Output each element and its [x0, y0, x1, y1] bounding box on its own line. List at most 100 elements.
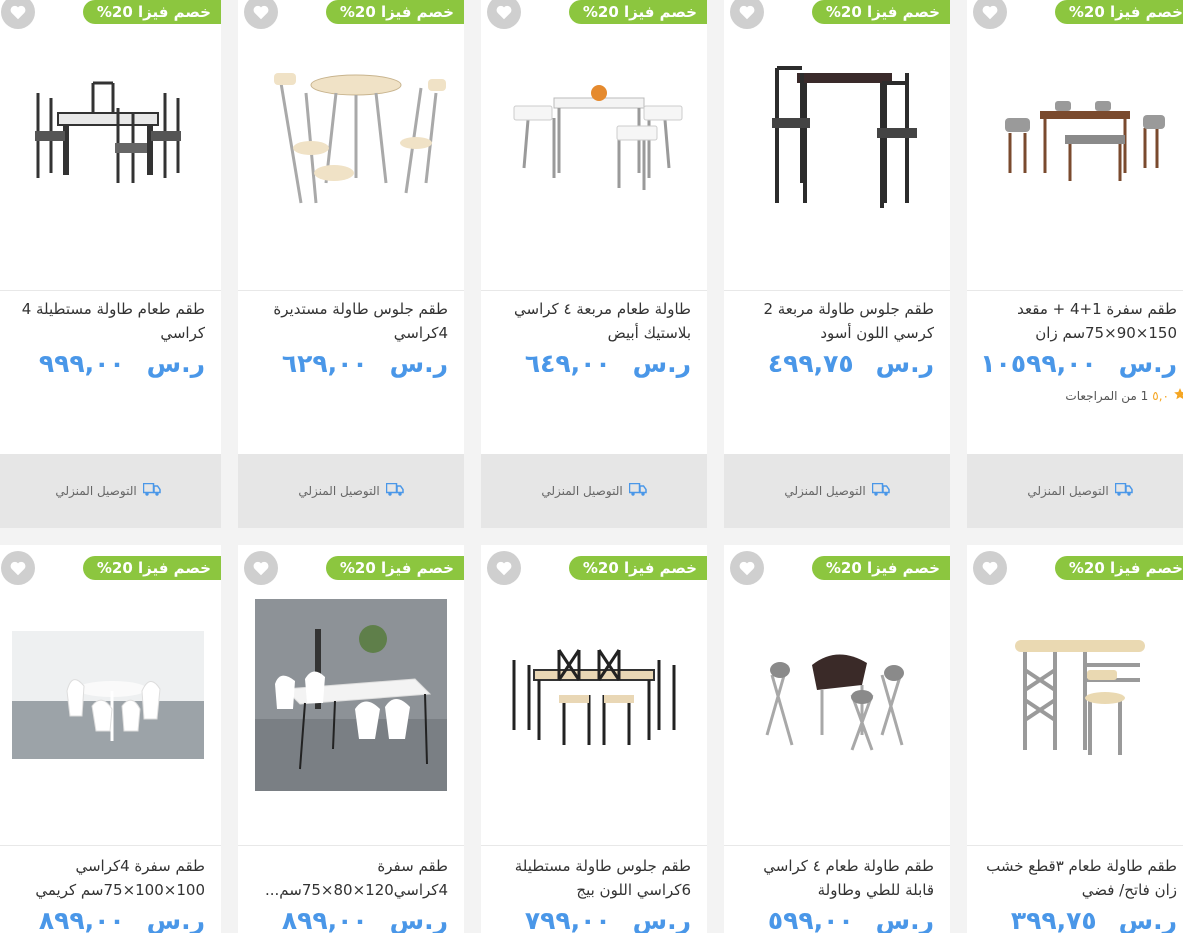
white-table-gray-room-image — [255, 599, 447, 791]
product-title[interactable]: طقم سفرة 4كراسي 100×100×75سم كريمي — [7, 854, 205, 902]
rating-score: ٥,٠ — [1152, 388, 1169, 403]
visa-discount-badge: خصم فيزا 20% — [82, 0, 221, 24]
bar-table-wine-rack-image — [1015, 640, 1145, 755]
truck-icon — [628, 482, 647, 499]
product-image[interactable] — [238, 590, 464, 800]
product-price: ر.س ١٠٥٩٩,٠٠ — [979, 349, 1177, 378]
visa-discount-badge: خصم فيزا 20% — [811, 0, 950, 24]
wishlist-heart-icon[interactable] — [973, 0, 1007, 29]
product-card[interactable]: خصم فيزا 20% طقم طعام طاولة مستطيلة 4 كر… — [0, 0, 221, 528]
wishlist-heart-icon[interactable] — [1, 0, 35, 29]
product-card[interactable]: خصم فيزا 20% طقم طاولة طعام ٣قطع خشب زان… — [967, 545, 1183, 933]
product-title[interactable]: طقم طعام طاولة مستطيلة 4 كراسي — [7, 297, 205, 345]
currency: ر.س — [1118, 906, 1177, 933]
visa-discount-badge: خصم فيزا 20% — [325, 0, 464, 24]
price-value: ٦٤٩,٠٠ — [524, 349, 611, 378]
product-card[interactable]: خصم فيزا 20% طقم جلوس طاولة مستطيلة 6كرا… — [481, 545, 707, 933]
truck-icon — [385, 482, 404, 499]
price-value: ٦٢٩,٠٠ — [281, 349, 368, 378]
price-value: ٤٩٩,٧٥ — [767, 349, 854, 378]
product-image[interactable] — [0, 590, 221, 800]
visa-discount-badge: خصم فيزا 20% — [811, 556, 950, 580]
product-image[interactable] — [724, 590, 950, 800]
price-value: ٣٩٩,٧٥ — [1010, 906, 1097, 933]
product-image[interactable] — [481, 30, 707, 245]
product-title[interactable]: طقم سفرة 1+4 + مقعد 150×90×75سم زان — [979, 297, 1177, 345]
product-title[interactable]: طقم جلوس طاولة مستطيلة 6كراسي اللون بيج — [493, 854, 691, 902]
wooden-dining-set-bench-image — [1005, 100, 1165, 181]
product-price: ر.س ٧٩٩,٠٠ — [493, 906, 691, 933]
currency: ر.س — [1118, 349, 1177, 378]
product-card[interactable]: خصم فيزا 20% طاولة طعام مربعة ٤ كراسي بل… — [481, 0, 707, 528]
rect-table-6-chairs-image — [512, 649, 676, 745]
wishlist-heart-icon[interactable] — [730, 0, 764, 29]
divider — [481, 845, 707, 846]
product-card[interactable]: خصم فيزا 20% طقم جلوس طاولة مربعة 2 كرسي… — [724, 0, 950, 528]
visa-discount-badge: خصم فيزا 20% — [1054, 556, 1183, 580]
product-image[interactable] — [0, 30, 221, 245]
divider — [238, 845, 464, 846]
divider — [0, 845, 221, 846]
currency: ر.س — [389, 349, 448, 378]
wishlist-heart-icon[interactable] — [487, 0, 521, 29]
product-price: ر.س ٥٩٩,٠٠ — [736, 906, 934, 933]
dining-set-black-4-chairs-image — [35, 81, 181, 183]
white-square-table-set-image — [513, 84, 683, 190]
delivery-label: التوصيل المنزلي — [298, 484, 380, 498]
product-price: ر.س ٨٩٩,٠٠ — [250, 906, 448, 933]
product-grid: خصم فيزا 20% طقم طعام طاولة مستطيلة 4 كر… — [0, 0, 1183, 933]
home-delivery: التوصيل المنزلي — [0, 454, 221, 528]
price-value: ٨٩٩,٠٠ — [38, 906, 125, 933]
round-white-table-photo-image — [12, 631, 204, 759]
product-title[interactable]: طقم طاولة طعام ٣قطع خشب زان فاتح/ فضي — [979, 854, 1177, 902]
home-delivery: التوصيل المنزلي — [967, 454, 1183, 528]
wishlist-heart-icon[interactable] — [1, 551, 35, 585]
review-count[interactable]: 1 من المراجعات — [1065, 389, 1148, 403]
product-price: ر.س ٩٩٩,٠٠ — [7, 349, 205, 378]
product-image[interactable] — [967, 30, 1183, 245]
divider — [724, 845, 950, 846]
wishlist-heart-icon[interactable] — [973, 551, 1007, 585]
product-title[interactable]: طقم طاولة طعام ٤ كراسي قابلة للطي وطاولة — [736, 854, 934, 902]
price-value: ١٠٥٩٩,٠٠ — [980, 349, 1097, 378]
truck-icon — [142, 482, 161, 499]
divider — [0, 290, 221, 291]
delivery-label: التوصيل المنزلي — [1027, 484, 1109, 498]
delivery-label: التوصيل المنزلي — [784, 484, 866, 498]
product-card[interactable]: خصم فيزا 20% طقم سفرة 1+4 + مقعد 150×90×… — [967, 0, 1183, 528]
currency: ر.س — [875, 349, 934, 378]
product-card[interactable]: خصم فيزا 20% طقم سفرة 4كراسي120×80×75سم.… — [238, 545, 464, 933]
currency: ر.س — [632, 349, 691, 378]
home-delivery: التوصيل المنزلي — [481, 454, 707, 528]
round-table-beige-chairs-image — [274, 72, 446, 203]
truck-icon — [1114, 482, 1133, 499]
folding-table-set-image — [765, 654, 904, 751]
delivery-label: التوصيل المنزلي — [541, 484, 623, 498]
divider — [724, 290, 950, 291]
product-image[interactable] — [724, 30, 950, 245]
product-card[interactable]: خصم فيزا 20% طقم سفرة 4كراسي 100×100×75س… — [0, 545, 221, 933]
wishlist-heart-icon[interactable] — [487, 551, 521, 585]
product-image[interactable] — [967, 590, 1183, 800]
product-price: ر.س ٦٢٩,٠٠ — [250, 349, 448, 378]
wishlist-heart-icon[interactable] — [244, 0, 278, 29]
product-title[interactable]: طاولة طعام مربعة ٤ كراسي بلاستيك أبيض — [493, 297, 691, 345]
currency: ر.س — [632, 906, 691, 933]
product-title[interactable]: طقم سفرة 4كراسي120×80×75سم... — [250, 854, 448, 902]
divider — [481, 290, 707, 291]
price-value: ٨٩٩,٠٠ — [281, 906, 368, 933]
visa-discount-badge: خصم فيزا 20% — [325, 556, 464, 580]
product-image[interactable] — [238, 30, 464, 245]
truck-icon — [871, 482, 890, 499]
visa-discount-badge: خصم فيزا 20% — [1054, 0, 1183, 24]
product-card[interactable]: خصم فيزا 20% طقم جلوس طاولة مستديرة 4كرا… — [238, 0, 464, 528]
wishlist-heart-icon[interactable] — [730, 551, 764, 585]
divider — [967, 290, 1183, 291]
product-image[interactable] — [481, 590, 707, 800]
bar-table-2-stools-image — [772, 65, 917, 208]
product-card[interactable]: خصم فيزا 20% طقم طاولة طعام ٤ كراسي قابل… — [724, 545, 950, 933]
wishlist-heart-icon[interactable] — [244, 551, 278, 585]
product-rating: ٥,٠ 1 من المراجعات — [1065, 387, 1183, 404]
product-title[interactable]: طقم جلوس طاولة مستديرة 4كراسي — [250, 297, 448, 345]
product-title[interactable]: طقم جلوس طاولة مربعة 2 كرسي اللون أسود — [736, 297, 934, 345]
